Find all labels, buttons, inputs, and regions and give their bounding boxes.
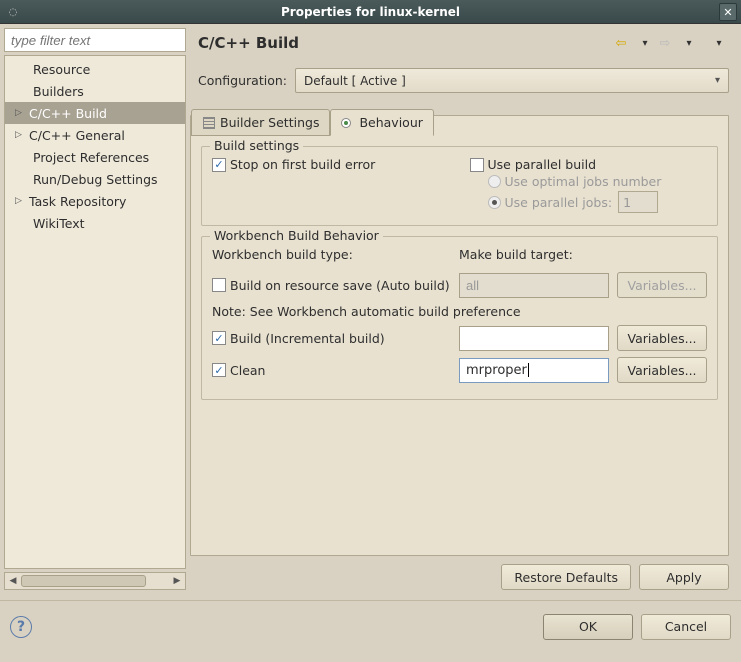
checkbox-label: Stop on first build error — [230, 157, 375, 172]
close-button[interactable]: ✕ — [719, 3, 737, 21]
variables-button-clean[interactable]: Variables... — [617, 357, 707, 383]
configuration-label: Configuration: — [198, 73, 287, 88]
checkbox-label: Use parallel build — [488, 157, 597, 172]
checkbox-label: Clean — [230, 363, 265, 378]
variables-button-auto: Variables... — [617, 272, 707, 298]
jobs-spinner: 1 — [618, 191, 658, 213]
nav-tree: ResourceBuilders▷C/C++ Build▷C/C++ Gener… — [4, 55, 186, 569]
sidebar-item-project-references[interactable]: Project References — [5, 146, 185, 168]
sidebar-item-wikitext[interactable]: WikiText — [5, 212, 185, 234]
sidebar-item-label: C/C++ General — [29, 128, 125, 143]
sidebar-item-label: Builders — [33, 84, 84, 99]
sidebar-item-builders[interactable]: Builders — [5, 80, 185, 102]
window-title: Properties for linux-kernel — [281, 5, 460, 19]
restore-defaults-button[interactable]: Restore Defaults — [501, 564, 631, 590]
incremental-target-input[interactable] — [459, 326, 609, 351]
tab-builder-settings[interactable]: Builder Settings — [191, 109, 330, 136]
auto-build-checkbox[interactable]: Build on resource save (Auto build) — [212, 278, 451, 293]
expand-icon: ▷ — [15, 130, 27, 140]
nav-forward-menu-icon[interactable]: ▾ — [679, 34, 699, 52]
expand-icon: ▷ — [15, 108, 27, 118]
filter-input[interactable] — [4, 28, 186, 52]
sidebar-item-label: Task Repository — [29, 194, 126, 209]
list-icon — [202, 116, 216, 130]
checkbox-icon — [470, 158, 484, 172]
sidebar-item-label: WikiText — [33, 216, 85, 231]
chevron-down-icon: ▾ — [715, 75, 720, 86]
tab-label: Behaviour — [359, 115, 422, 130]
cancel-button[interactable]: Cancel — [641, 614, 731, 640]
auto-build-note: Note: See Workbench automatic build pref… — [212, 304, 707, 319]
scroll-left-icon[interactable]: ◀ — [6, 574, 20, 588]
nav-back-menu-icon[interactable]: ▾ — [635, 34, 655, 52]
auto-build-target-input — [459, 273, 609, 298]
sidebar-item-label: C/C++ Build — [29, 106, 107, 121]
text-cursor — [528, 363, 529, 377]
workbench-behavior-group: Workbench Build Behavior Workbench build… — [201, 236, 718, 400]
nav-forward-icon: ⇨ — [655, 34, 675, 52]
build-type-header: Workbench build type: — [212, 247, 451, 262]
app-icon: ◌ — [4, 3, 22, 21]
page-title: C/C++ Build — [198, 34, 611, 52]
sidebar-item-task-repository[interactable]: ▷Task Repository — [5, 190, 185, 212]
variables-button-incremental[interactable]: Variables... — [617, 325, 707, 351]
configuration-combo[interactable]: Default [ Active ] ▾ — [295, 68, 729, 93]
radio-icon — [488, 196, 501, 209]
checkbox-icon — [212, 363, 226, 377]
titlebar: ◌ Properties for linux-kernel ✕ — [0, 0, 741, 24]
sidebar-item-c-c-general[interactable]: ▷C/C++ General — [5, 124, 185, 146]
configuration-value: Default [ Active ] — [304, 74, 406, 88]
expand-icon: ▷ — [15, 196, 27, 206]
target-header: Make build target: — [459, 247, 609, 262]
tab-label: Builder Settings — [220, 115, 319, 130]
ok-button[interactable]: OK — [543, 614, 633, 640]
radio-icon — [488, 175, 501, 188]
checkbox-icon — [212, 158, 226, 172]
clean-target-input[interactable]: mrproper — [459, 358, 609, 383]
optimal-jobs-radio: Use optimal jobs number — [488, 174, 708, 189]
apply-button[interactable]: Apply — [639, 564, 729, 590]
stop-first-error-checkbox[interactable]: Stop on first build error — [212, 157, 450, 172]
scroll-thumb[interactable] — [21, 575, 146, 587]
sidebar-item-label: Resource — [33, 62, 90, 77]
scroll-right-icon[interactable]: ▶ — [170, 574, 184, 588]
sidebar-item-label: Project References — [33, 150, 149, 165]
sidebar-item-resource[interactable]: Resource — [5, 58, 185, 80]
use-parallel-checkbox[interactable]: Use parallel build — [470, 157, 708, 172]
clean-checkbox[interactable]: Clean — [212, 363, 451, 378]
radio-icon — [341, 118, 351, 128]
radio-label: Use parallel jobs: — [505, 195, 613, 210]
radio-label: Use optimal jobs number — [505, 174, 662, 189]
nav-back-icon[interactable]: ⇦ — [611, 34, 631, 52]
build-settings-group: Build settings Stop on first build error… — [201, 146, 718, 226]
checkbox-icon — [212, 278, 226, 292]
checkbox-label: Build on resource save (Auto build) — [230, 278, 450, 293]
sidebar-item-run-debug-settings[interactable]: Run/Debug Settings — [5, 168, 185, 190]
tab-behaviour[interactable]: Behaviour — [330, 109, 433, 136]
incremental-build-checkbox[interactable]: Build (Incremental build) — [212, 331, 451, 346]
sidebar-item-c-c-build[interactable]: ▷C/C++ Build — [5, 102, 185, 124]
checkbox-label: Build (Incremental build) — [230, 331, 385, 346]
group-legend: Workbench Build Behavior — [210, 228, 383, 243]
checkbox-icon — [212, 331, 226, 345]
view-menu-icon[interactable]: ▾ — [709, 34, 729, 52]
group-legend: Build settings — [210, 138, 303, 153]
sidebar-item-label: Run/Debug Settings — [33, 172, 158, 187]
horizontal-scrollbar[interactable]: ◀ ▶ — [4, 572, 186, 590]
help-button[interactable]: ? — [10, 616, 32, 638]
parallel-jobs-radio: Use parallel jobs: 1 — [488, 191, 708, 213]
